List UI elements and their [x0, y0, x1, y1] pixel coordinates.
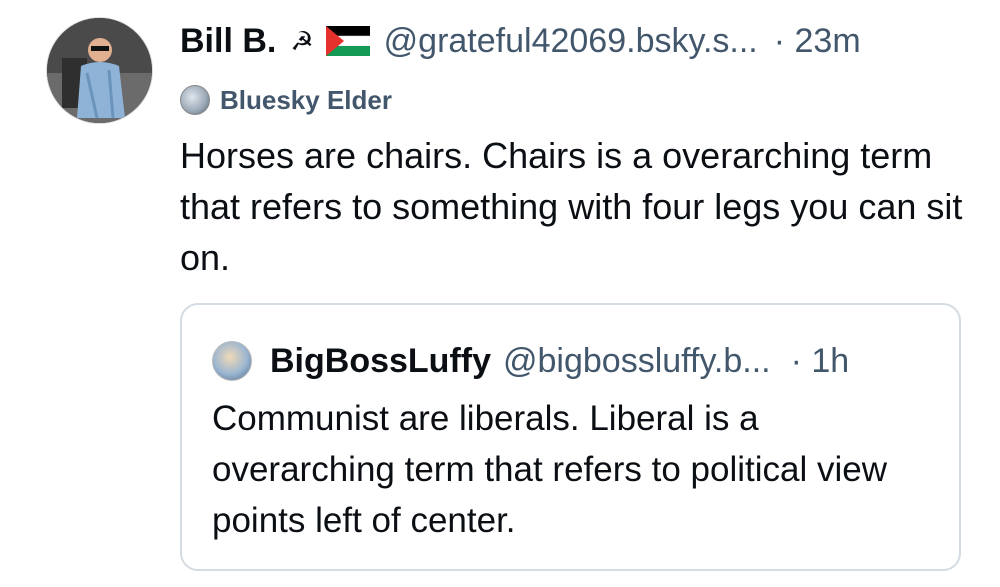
- author-handle[interactable]: @grateful42069.bsky.s...: [384, 22, 758, 61]
- avatar-photo-icon: [47, 18, 152, 123]
- quote-author-avatar[interactable]: [212, 341, 252, 381]
- quote-timestamp[interactable]: · 1h: [791, 342, 850, 381]
- author-avatar[interactable]: [46, 17, 153, 124]
- post-header: Bill B. ☭ @grateful42069.bsky.s... · 23m: [180, 16, 980, 66]
- previous-post-cropped-text: [180, 0, 600, 8]
- post-timestamp[interactable]: · 23m: [774, 22, 861, 61]
- quoted-post-header: BigBossLuffy @bigbossluffy.b... · 1h: [212, 339, 952, 383]
- quoted-post-card[interactable]: BigBossLuffy @bigbossluffy.b... · 1h Com…: [180, 303, 961, 571]
- author-display-name[interactable]: Bill B.: [180, 22, 276, 61]
- post-body-text: Horses are chairs. Chairs is a overarchi…: [180, 135, 963, 278]
- palestine-flag-icon: [325, 26, 370, 56]
- label-text: Bluesky Elder: [220, 84, 392, 115]
- bluesky-elder-badge-icon: [180, 85, 210, 115]
- quote-author-display-name[interactable]: BigBossLuffy: [270, 342, 491, 381]
- author-label[interactable]: Bluesky Elder: [180, 80, 392, 120]
- hammer-sickle-icon: ☭: [290, 25, 314, 56]
- quoted-post-body-text: Communist are liberals. Liberal is a ove…: [212, 399, 887, 540]
- quote-author-handle[interactable]: @bigbossluffy.b...: [503, 342, 771, 381]
